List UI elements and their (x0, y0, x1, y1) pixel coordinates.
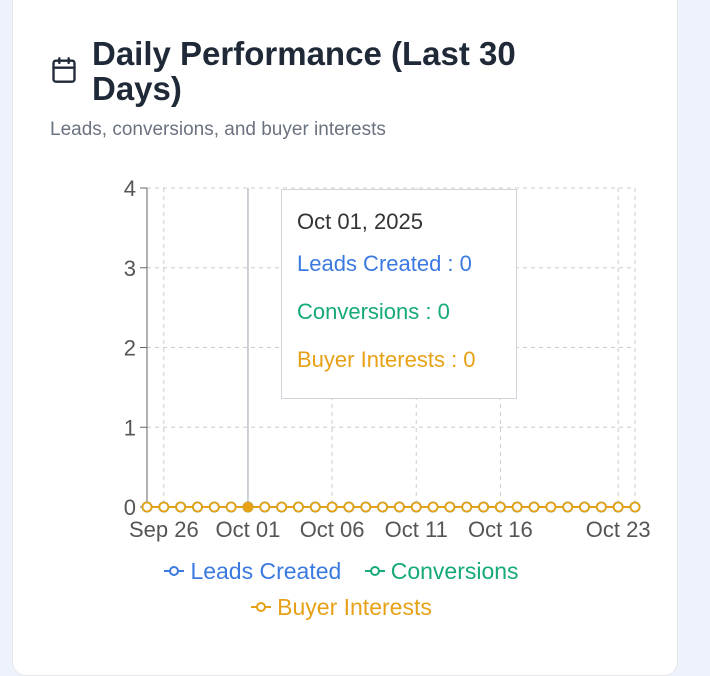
x-tick-label: Oct 16 (468, 517, 533, 542)
data-point-buyer-interests (225, 501, 237, 513)
data-point-buyer-interests (293, 501, 304, 513)
y-tick-label: 2 (124, 336, 136, 361)
chart-tooltip: Oct 01, 2025 Leads Created : 0 Conversio… (281, 189, 517, 399)
data-point-buyer-interests (360, 501, 372, 513)
legend-marker-leads (164, 566, 185, 576)
legend-item-buyer-interests[interactable]: Buyer Interests (250, 594, 432, 621)
y-tick-label: 1 (124, 415, 136, 440)
tooltip-leads: Leads Created : 0 (297, 251, 472, 276)
data-point-buyer-interests (595, 501, 607, 513)
data-point-buyer-interests (629, 501, 641, 513)
legend-label-leads: Leads Created (190, 557, 342, 584)
legend-item-leads[interactable]: Leads Created (163, 558, 341, 585)
chart-legend-row-1: Leads Created Conversions (0, 557, 682, 585)
data-point-buyer-interests (276, 501, 288, 513)
data-point-buyer-interests (141, 501, 153, 513)
data-point-buyer-interests (208, 501, 220, 513)
data-point-buyer-interests (461, 501, 473, 513)
data-point-buyer-interests (427, 501, 439, 513)
data-point-buyer-interests (259, 501, 271, 513)
y-tick-label: 3 (124, 256, 136, 281)
data-point-buyer-interests (326, 501, 338, 513)
x-tick-label: Oct 06 (300, 517, 365, 542)
data-point-buyer-interests (562, 501, 574, 513)
tooltip-buyer-interests: Buyer Interests : 0 (297, 347, 476, 372)
data-point-buyer-interests (545, 501, 557, 513)
legend-label-conversions: Conversions (390, 557, 519, 584)
data-point-buyer-interests (192, 501, 203, 513)
data-point-buyer-interests (528, 501, 540, 513)
data-point-buyer-interests (175, 501, 187, 513)
data-point-buyer-interests (394, 501, 405, 513)
x-tick-label: Oct 11 (385, 517, 448, 542)
x-tick-label: Oct 01 (216, 517, 281, 542)
data-point-buyer-interests (444, 501, 456, 513)
data-point-buyer-interests (410, 501, 422, 513)
data-point-buyer-interests (343, 501, 355, 513)
tooltip-date: Oct 01, 2025 (297, 209, 423, 234)
legend-marker-conversions (364, 566, 385, 576)
data-point-buyer-interests (377, 501, 388, 513)
data-point-buyer-interests (579, 501, 590, 513)
legend-item-conversions[interactable]: Conversions (364, 558, 519, 585)
x-tick-label: Sep 26 (129, 517, 199, 542)
legend-label-buyer-interests: Buyer Interests (277, 593, 432, 620)
chart-legend-row-2: Buyer Interests (0, 593, 682, 621)
data-point-buyer-interests (478, 501, 489, 513)
tooltip-conversions: Conversions : 0 (297, 299, 450, 324)
active-point-buyer-interests (242, 501, 254, 513)
legend-marker-buyer-interests (251, 602, 272, 612)
y-tick-label: 4 (124, 176, 136, 201)
x-tick-label: Oct 23 (586, 517, 651, 542)
data-point-buyer-interests (309, 501, 321, 513)
data-point-buyer-interests (158, 501, 170, 513)
data-point-buyer-interests (511, 501, 523, 513)
data-point-buyer-interests (612, 501, 624, 513)
data-point-buyer-interests (494, 501, 506, 513)
